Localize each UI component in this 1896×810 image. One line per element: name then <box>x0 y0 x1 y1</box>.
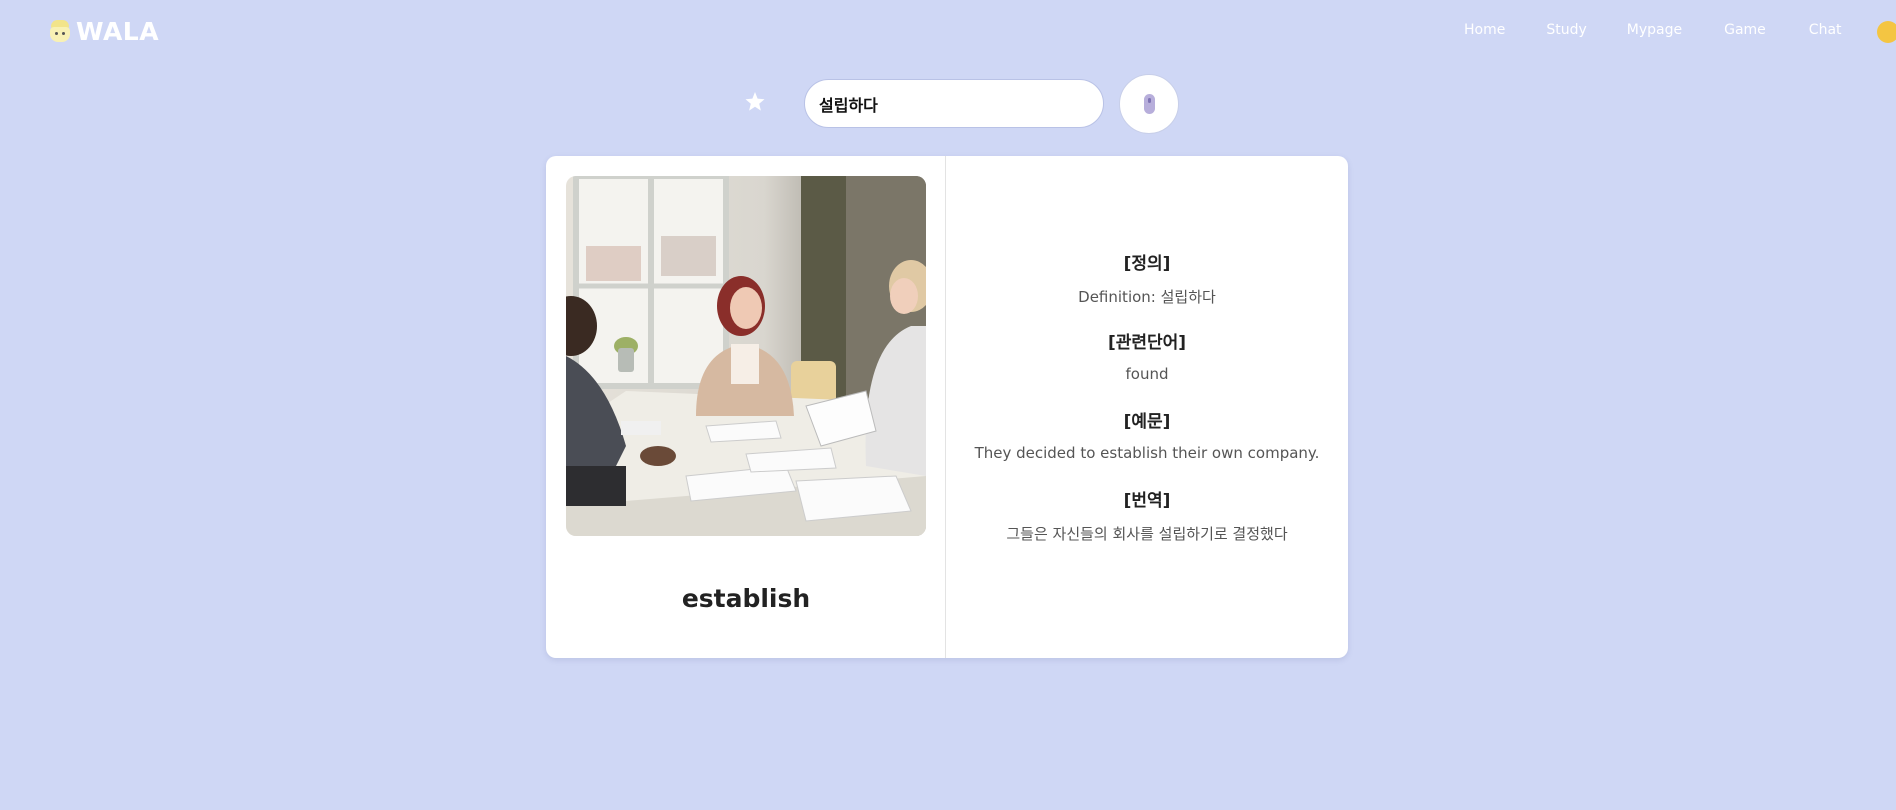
translation-text: 그들은 자신들의 회사를 설립하기로 결정했다 <box>1006 525 1288 543</box>
word-title: establish <box>681 584 811 613</box>
word-card: establish [정의] Definition: 설립하다 [관련단어] f… <box>546 156 1348 658</box>
related-words-heading: [관련단어] <box>1107 333 1187 353</box>
example-sentence: They decided to establish their own comp… <box>974 444 1320 462</box>
word-card-details: [정의] Definition: 설립하다 [관련단어] found [예문] … <box>946 156 1348 658</box>
definition-text: Definition: 설립하다 <box>1078 288 1216 306</box>
search-input[interactable] <box>804 79 1104 128</box>
definition-heading: [정의] <box>1123 254 1171 274</box>
app: WALA Home Study Mypage Game Chat 설립하다 es… <box>0 0 1896 810</box>
related-words-text: found <box>1125 365 1169 383</box>
meeting-photo <box>566 176 926 536</box>
word-illustration <box>566 176 926 536</box>
microphone-icon <box>1143 94 1155 114</box>
word-card-front: establish <box>546 156 946 658</box>
logo[interactable]: WALA <box>50 17 159 46</box>
top-header: WALA Home Study Mypage Game Chat <box>0 0 1896 64</box>
avatar[interactable] <box>1877 21 1896 43</box>
main-nav: Home Study Mypage Game Chat <box>1464 22 1842 38</box>
example-heading: [예문] <box>1123 412 1171 432</box>
mascot-icon <box>50 19 70 44</box>
voice-search-button[interactable] <box>1119 74 1179 134</box>
nav-home[interactable]: Home <box>1464 22 1505 38</box>
nav-chat[interactable]: Chat <box>1809 22 1842 38</box>
star-icon[interactable] <box>742 90 768 114</box>
nav-mypage[interactable]: Mypage <box>1627 22 1682 38</box>
translation-heading: [번역] <box>1123 491 1171 511</box>
nav-study[interactable]: Study <box>1546 22 1586 38</box>
nav-game[interactable]: Game <box>1724 22 1766 38</box>
brand-name: WALA <box>76 17 160 46</box>
